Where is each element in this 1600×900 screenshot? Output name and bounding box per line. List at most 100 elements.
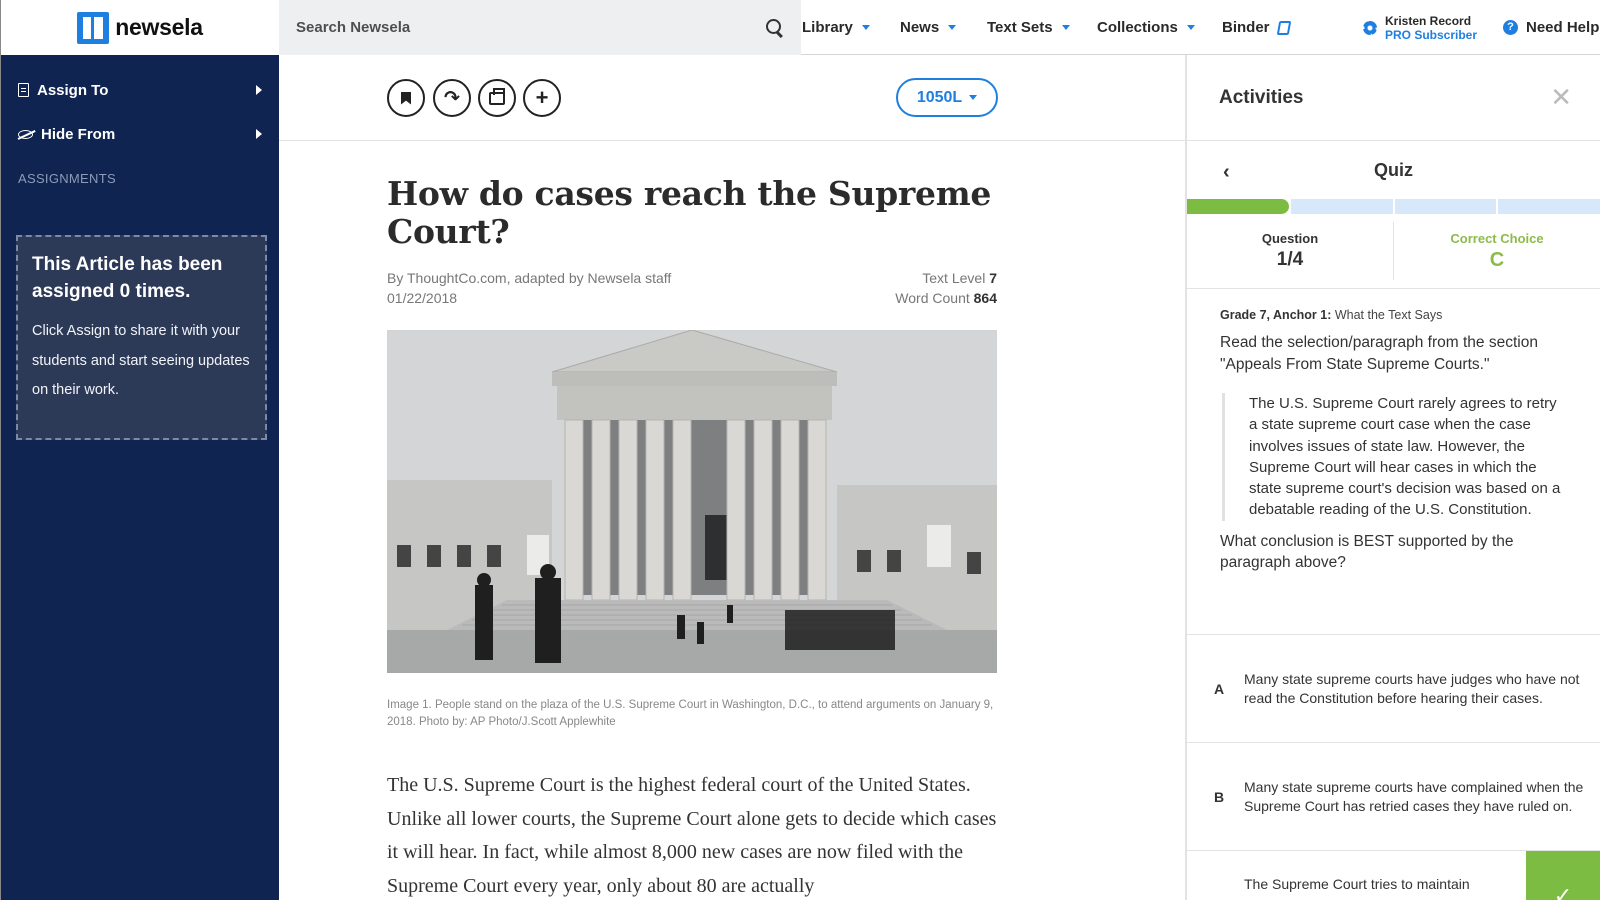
search-bar [279,0,801,55]
hide-from-label: Hide From [41,125,116,143]
activities-panel: Activities ✕ ‹ Quiz Question 1/4 Correct… [1185,55,1600,900]
article-meta: By ThoughtCo.com, adapted by Newsela sta… [387,268,997,308]
gear-icon [1363,20,1377,35]
choice-letter: B [1214,788,1225,805]
share-icon: ↷ [444,87,460,109]
article-stats: Text Level 7 Word Count 864 [895,268,997,308]
left-sidebar: Assign To Hide From ASSIGNMENTS This Art… [0,55,279,900]
progress-segment [1498,199,1600,214]
article-body: The U.S. Supreme Court is the highest fe… [387,774,997,897]
supreme-court-photo-illustration [387,330,997,673]
activities-title: Activities [1219,86,1304,108]
article-photo [387,330,997,673]
user-menu[interactable]: Kristen Record PRO Subscriber [1363,0,1477,55]
add-button[interactable]: + [523,79,561,117]
user-subscription: PRO Subscriber [1385,27,1478,42]
document-icon [18,83,29,97]
top-bar: newsela Library News Text Sets Collectio… [0,0,1600,55]
text-level-label: Text Level [922,270,986,286]
search-icon[interactable] [765,18,785,38]
question-value: 1/4 [1276,249,1304,270]
bookmark-icon [401,91,411,105]
hide-from-button[interactable]: Hide From [1,112,279,156]
chevron-down-icon [969,95,978,100]
nav-text-sets-label: Text Sets [987,19,1053,36]
article-title: How do cases reach the Supreme Court? [387,174,992,251]
answer-choice-c[interactable]: The Supreme Court tries to maintain ✓ [1187,851,1600,900]
correct-check-icon: ✓ [1526,851,1600,900]
question-quote: The U.S. Supreme Court rarely agrees to … [1222,393,1567,521]
standard-bold: Grade 7, Anchor 1: [1220,308,1332,322]
newsela-logo-icon [77,11,110,44]
nav-binder-label: Binder [1222,19,1270,36]
chevron-down-icon [1061,25,1070,30]
assign-to-button[interactable]: Assign To [1,68,279,112]
question-body: Grade 7, Anchor 1: What the Text Says Re… [1187,289,1600,635]
correct-choice-label: Correct Choice [1450,230,1544,246]
choice-text: Many state supreme courts have complaine… [1244,779,1584,814]
choice-letter: A [1214,680,1225,697]
answer-choice-a[interactable]: A Many state supreme courts have judges … [1187,635,1600,743]
progress-segment [1290,199,1393,214]
nav-library[interactable]: Library [802,0,870,55]
standard-label: Grade 7, Anchor 1: What the Text Says [1220,308,1567,322]
quiz-header: ‹ Quiz [1187,141,1600,199]
article-toolbar: ↷ + 1050L [279,55,1189,141]
quiz-stats: Question 1/4 Correct Choice C [1187,214,1600,289]
nav-binder[interactable]: Binder [1222,0,1291,55]
chevron-right-icon [256,129,262,139]
article-byline: By ThoughtCo.com, adapted by Newsela sta… [387,270,672,286]
bookmark-button[interactable] [387,79,425,117]
choice-text: Many state supreme courts have judges wh… [1244,671,1580,706]
correct-choice-value: C [1489,248,1505,271]
article-date: 01/22/2018 [387,290,458,306]
share-button[interactable]: ↷ [433,79,471,117]
reading-level-dropdown[interactable]: 1050L [896,78,998,117]
plus-icon: + [535,85,549,110]
chevron-right-icon [256,85,262,95]
activities-header: Activities ✕ [1187,55,1600,141]
quiz-title: Quiz [1374,159,1413,180]
logo-text: newsela [115,14,203,40]
word-count: Word Count 864 [895,288,997,308]
print-button[interactable] [478,79,516,117]
help-icon: ? [1503,20,1518,35]
search-input[interactable] [296,19,765,36]
close-icon[interactable]: ✕ [1550,82,1572,113]
back-chevron-icon[interactable]: ‹ [1223,161,1230,184]
chevron-down-icon [1186,25,1195,30]
assignment-help-text: Click Assign to share it with your stude… [32,323,250,398]
assignments-heading: ASSIGNMENTS [18,171,116,186]
newsela-logo[interactable]: newsela [0,0,279,55]
word-count-value: 864 [973,290,997,306]
nav-text-sets[interactable]: Text Sets [987,0,1070,55]
answer-choice-b[interactable]: B Many state supreme courts have complai… [1187,743,1600,851]
user-name: Kristen Record [1385,13,1472,28]
nav-news-label: News [900,19,940,36]
correct-choice-stat: Correct Choice C [1393,222,1600,280]
chevron-down-icon [948,25,957,30]
photo-caption: Image 1. People stand on the plaza of th… [387,699,994,728]
assign-to-label: Assign To [37,81,109,99]
user-info: Kristen Record PRO Subscriber [1385,14,1477,42]
nav-collections[interactable]: Collections [1097,0,1195,55]
assignment-info-box: This Article has been assigned 0 times. … [16,235,267,440]
byline-block: By ThoughtCo.com, adapted by Newsela sta… [387,268,671,308]
question-stat: Question 1/4 [1187,214,1393,288]
print-icon [489,87,505,105]
progress-segment [1394,199,1497,214]
word-count-label: Word Count [895,290,970,306]
nav-news[interactable]: News [900,0,957,55]
nav-library-label: Library [802,19,853,36]
question-label: Question [1261,231,1319,246]
binder-icon [1276,20,1291,35]
standard-text: What the Text Says [1334,308,1443,322]
question-prompt: Read the selection/paragraph from the se… [1220,334,1538,373]
quiz-progress-bar [1187,199,1600,214]
assignment-count-title: This Article has been assigned 0 times. [32,254,223,302]
need-help-button[interactable]: ? Need Help [1503,0,1599,55]
nav-collections-label: Collections [1097,19,1178,36]
article-content: How do cases reach the Supreme Court? By… [387,141,997,900]
eye-slash-icon [18,129,33,139]
progress-segment [1187,199,1289,214]
